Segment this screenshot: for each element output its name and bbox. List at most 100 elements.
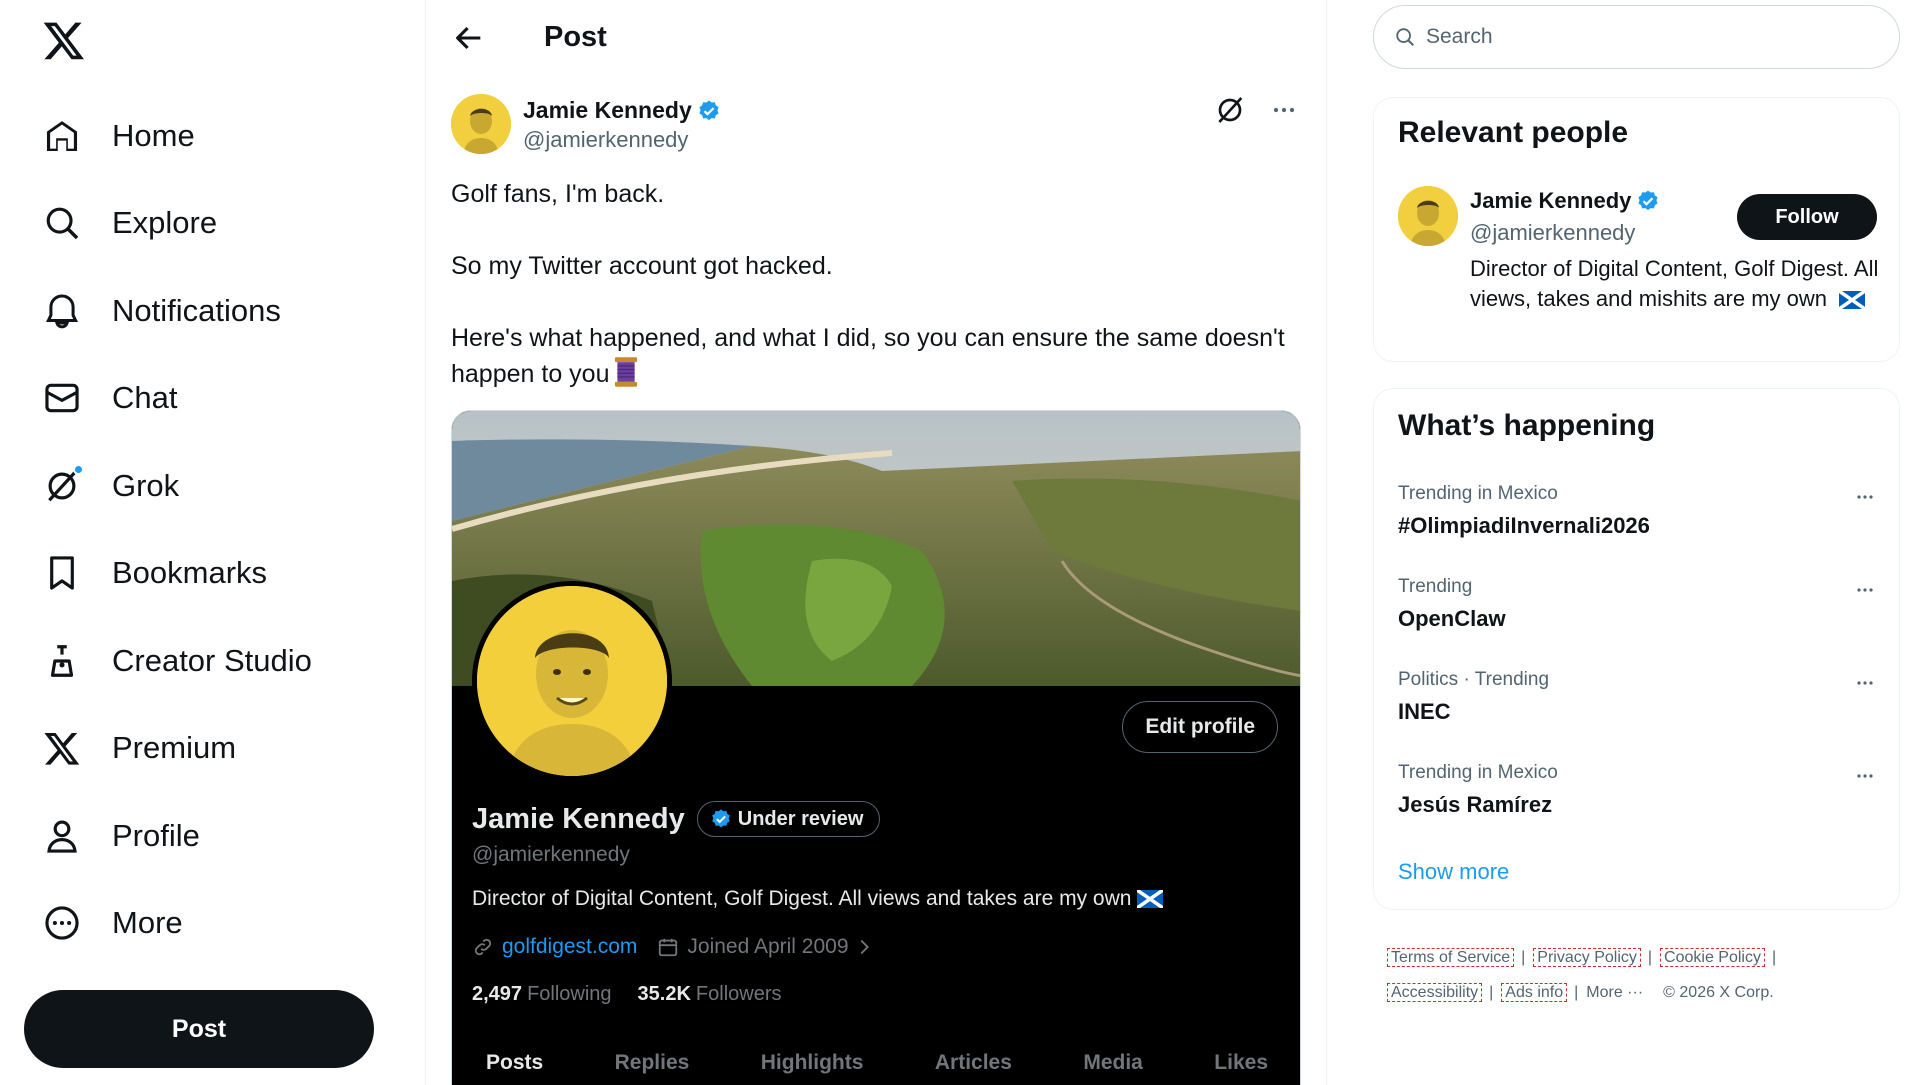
post-text-line: Here's what happened, and what I did, so… (451, 320, 1301, 392)
nav-label-creator-studio: Creator Studio (112, 642, 312, 678)
cookie-link[interactable]: Cookie Policy (1660, 948, 1765, 967)
more-options-icon[interactable] (1267, 94, 1301, 126)
more-options-icon[interactable] (1851, 671, 1879, 695)
whats-happening-title: What’s happening (1398, 409, 1656, 442)
trend-item[interactable]: Trending in Mexico Jesús Ramírez (1398, 762, 1879, 832)
footer-more-link[interactable]: More ··· (1586, 984, 1643, 1001)
more-options-icon[interactable] (1851, 764, 1879, 788)
accessibility-link[interactable]: Accessibility (1387, 983, 1483, 1002)
under-review-badge: Under review (696, 801, 881, 837)
scotland-flag-icon (1839, 291, 1866, 310)
trend-context: Trending (1398, 576, 1473, 597)
grok-icon[interactable] (1214, 94, 1246, 126)
author-handle[interactable]: @jamierkennedy (523, 127, 688, 153)
scotland-flag-icon (1137, 890, 1164, 908)
nav-item-profile[interactable]: Profile (24, 792, 312, 880)
separator: | (1521, 949, 1526, 966)
post-text-line: So my Twitter account got hacked. (451, 252, 833, 280)
post-media-image[interactable]: Edit profile Jamie Kennedy Under review … (451, 410, 1301, 1085)
profile-name-row: Jamie Kennedy Under review (472, 801, 881, 837)
tab-articles: Articles (934, 1051, 1012, 1074)
relevant-person-avatar[interactable] (1398, 186, 1458, 246)
tab-highlights: Highlights (760, 1051, 864, 1074)
more-options-icon[interactable] (1851, 578, 1879, 602)
back-arrow-icon[interactable] (452, 21, 486, 55)
search-bar[interactable] (1373, 5, 1900, 69)
trend-name: OpenClaw (1398, 606, 1506, 631)
search-icon (1396, 28, 1414, 46)
bookmark-icon (42, 553, 82, 593)
nav-item-grok[interactable]: Grok (24, 442, 312, 530)
author-name[interactable]: Jamie Kennedy (523, 97, 692, 124)
tab-media: Media (1083, 1051, 1143, 1074)
relevant-person-name-row: Jamie Kennedy (1470, 188, 1660, 214)
page-header: Post (426, 0, 1326, 75)
privacy-link[interactable]: Privacy Policy (1533, 948, 1641, 967)
copyright: © 2026 X Corp. (1663, 984, 1774, 1001)
author-name-row: Jamie Kennedy (523, 97, 721, 124)
search-input[interactable] (1426, 25, 1846, 49)
trend-item[interactable]: Trending in Mexico #OlimpiadiInvernali20… (1398, 483, 1879, 553)
post-header: Jamie Kennedy @jamierkennedy (451, 94, 1301, 156)
follow-button[interactable]: Follow (1737, 194, 1877, 240)
verified-badge-icon (1638, 190, 1659, 211)
relevant-people-card: Relevant people Jamie Kennedy @jamierken… (1373, 97, 1900, 362)
ads-info-link[interactable]: Ads info (1501, 983, 1568, 1002)
page-title: Post (544, 21, 607, 53)
relevant-person-bio-text: Director of Digital Content, Golf Digest… (1470, 256, 1879, 311)
trend-context: Trending in Mexico (1398, 483, 1558, 504)
profile-bio-text: Director of Digital Content, Golf Digest… (472, 887, 1132, 910)
footer-row: Terms of Service | Privacy Policy | Cookie P… (1387, 940, 1897, 975)
x-premium-icon (42, 728, 82, 768)
bell-icon (42, 291, 82, 331)
nav-label-explore: Explore (112, 205, 218, 241)
author-avatar[interactable] (451, 94, 511, 154)
profile-handle: @jamierkennedy (472, 843, 630, 866)
followers-label: Followers (695, 983, 782, 1005)
nav-item-explore[interactable]: Explore (24, 180, 312, 268)
nav-label-notifications: Notifications (112, 292, 281, 328)
terms-link[interactable]: Terms of Service (1387, 948, 1515, 967)
relevant-person-name[interactable]: Jamie Kennedy (1470, 188, 1631, 214)
nav-item-more[interactable]: More (24, 880, 312, 968)
separator: | (1489, 984, 1494, 1001)
avatar-photo (477, 586, 667, 776)
app-root: Home Explore Notifications Chat Grok Boo… (0, 0, 1913, 1085)
more-options-icon[interactable] (1851, 485, 1879, 509)
following-label: Following (527, 983, 612, 1005)
profile-tabs: Posts Replies Highlights Articles Media … (452, 1051, 1300, 1075)
relevant-people-title: Relevant people (1398, 116, 1629, 149)
profile-bio: Director of Digital Content, Golf Digest… (472, 887, 1164, 911)
trend-item[interactable]: Trending OpenClaw (1398, 576, 1879, 646)
following-stat: 2,497 Following (472, 983, 612, 1006)
nav-item-creator-studio[interactable]: Creator Studio (24, 617, 312, 705)
followers-count: 35.2K (637, 983, 691, 1005)
nav-item-home[interactable]: Home (24, 92, 312, 180)
trend-name: #OlimpiadiInvernali2026 (1398, 513, 1650, 538)
followers-stat: 35.2K Followers (638, 983, 782, 1006)
nav-item-premium[interactable]: Premium (24, 705, 312, 793)
show-more-link[interactable]: Show more (1398, 859, 1509, 885)
nav-item-bookmarks[interactable]: Bookmarks (24, 530, 312, 618)
trend-item[interactable]: Politics · Trending INEC (1398, 669, 1879, 739)
profile-meta: golfdigest.com Joined April 2009 (472, 935, 883, 959)
grok-icon (42, 463, 84, 506)
trend-context: Trending in Mexico (1398, 762, 1558, 783)
nav-label-profile: Profile (112, 817, 200, 853)
primary-nav: Home Explore Notifications Chat Grok Boo… (24, 92, 312, 967)
x-logo-icon[interactable] (42, 18, 86, 62)
post-button[interactable]: Post (24, 990, 374, 1068)
profile-website-link: golfdigest.com (502, 935, 638, 958)
right-sidebar: Relevant people Jamie Kennedy @jamierken… (1373, 0, 1903, 1085)
main-column: Post Jamie Kennedy @jamierkennedy Golf f… (425, 0, 1327, 1085)
nav-item-chat[interactable]: Chat (24, 355, 312, 443)
nav-item-notifications[interactable]: Notifications (24, 267, 312, 355)
trend-name: Jesús Ramírez (1398, 792, 1553, 817)
relevant-person-handle[interactable]: @jamierkennedy (1470, 220, 1635, 246)
tab-posts: Posts (486, 1051, 544, 1074)
following-count: 2,497 (472, 983, 523, 1005)
chevron-right-icon (860, 939, 869, 955)
profile-joined-date: Joined April 2009 (687, 935, 849, 958)
post-text-span: Here's what happened, and what I did, so… (451, 324, 1285, 388)
nav-label-chat: Chat (112, 380, 178, 416)
